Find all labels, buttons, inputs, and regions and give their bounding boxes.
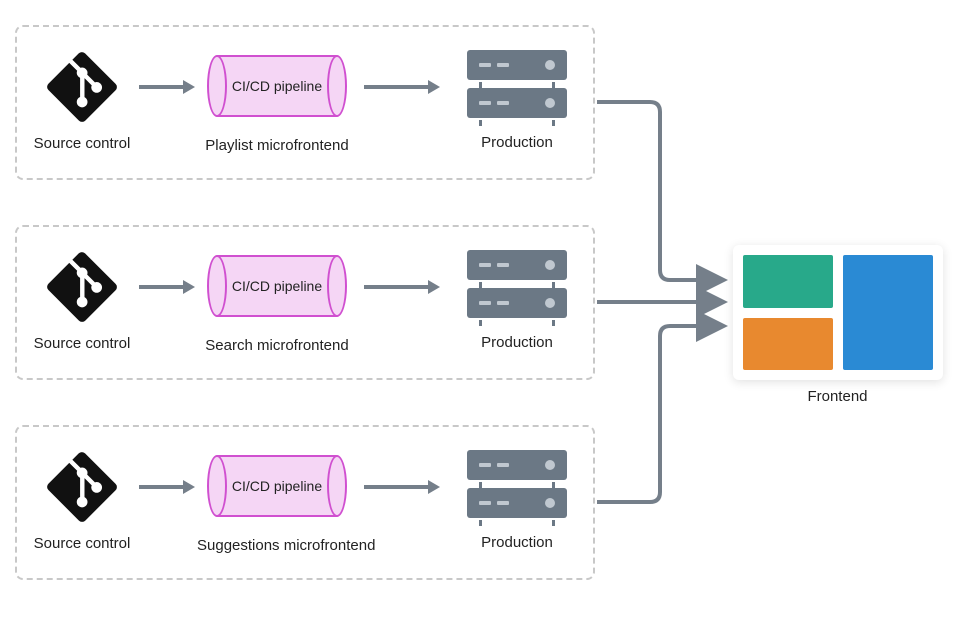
source-control-label: Source control (32, 535, 132, 552)
production-label: Production (457, 334, 577, 351)
source-control-label: Source control (32, 335, 132, 352)
source-control-label: Source control (32, 135, 132, 152)
pipeline-stage: CI/CD pipeline Playlist microfrontend (197, 55, 357, 154)
pipeline-text: CI/CD pipeline (207, 55, 347, 117)
frontend-box: Frontend (730, 245, 945, 405)
production-label: Production (457, 534, 577, 551)
production-stage: Production (457, 250, 577, 351)
frontend-tile-orange (743, 318, 833, 371)
frontend-tile-blue (843, 255, 933, 370)
server-icon (467, 250, 567, 326)
arrow-icon (362, 477, 442, 497)
production-stage: Production (457, 50, 577, 151)
frontend-tile-teal (743, 255, 833, 308)
source-control-stage: Source control (32, 47, 132, 152)
server-icon (467, 450, 567, 526)
pipeline-text: CI/CD pipeline (207, 255, 347, 317)
pipeline-cylinder-icon: CI/CD pipeline (207, 55, 347, 117)
git-icon (42, 247, 122, 327)
connector-arrows (595, 80, 735, 530)
arrow-icon (362, 77, 442, 97)
server-icon (467, 50, 567, 126)
arrow-icon (137, 477, 197, 497)
pipeline-suggestions: Source control CI/CD pipeline Suggestion… (15, 425, 595, 580)
arrow-icon (362, 277, 442, 297)
pipeline-stage: CI/CD pipeline Suggestions microfrontend (197, 455, 357, 554)
pipeline-label: Suggestions microfrontend (197, 537, 357, 554)
frontend-label: Frontend (730, 388, 945, 405)
arrow-icon (137, 277, 197, 297)
source-control-stage: Source control (32, 447, 132, 552)
production-label: Production (457, 134, 577, 151)
pipeline-label: Playlist microfrontend (197, 137, 357, 154)
pipeline-playlist: Source control CI/CD pipeline Playlist m… (15, 25, 595, 180)
frontend-card-icon (733, 245, 943, 380)
pipeline-stage: CI/CD pipeline Search microfrontend (197, 255, 357, 354)
git-icon (42, 47, 122, 127)
arrow-icon (137, 77, 197, 97)
source-control-stage: Source control (32, 247, 132, 352)
pipeline-cylinder-icon: CI/CD pipeline (207, 455, 347, 517)
git-icon (42, 447, 122, 527)
pipeline-text: CI/CD pipeline (207, 455, 347, 517)
pipeline-cylinder-icon: CI/CD pipeline (207, 255, 347, 317)
pipeline-search: Source control CI/CD pipeline Search mic… (15, 225, 595, 380)
production-stage: Production (457, 450, 577, 551)
pipeline-label: Search microfrontend (197, 337, 357, 354)
